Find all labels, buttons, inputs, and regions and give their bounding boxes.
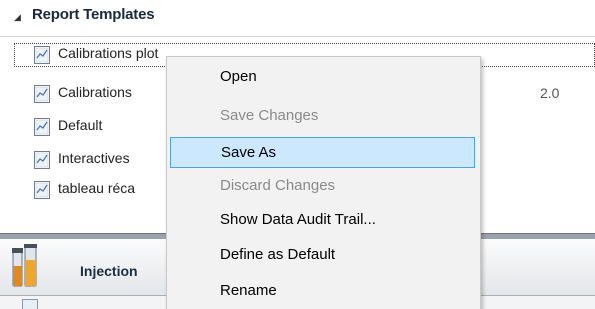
template-name: Interactives <box>58 150 130 166</box>
template-name: Calibrations <box>58 84 132 100</box>
report-file-icon <box>34 118 50 136</box>
report-file-icon <box>34 151 50 169</box>
tree-group-header[interactable]: ◢ Report Templates <box>0 0 595 37</box>
list-item-icon <box>22 299 38 309</box>
report-templates-window: ◢ Report Templates Calibrations plot Cal… <box>0 0 595 309</box>
template-name: Calibrations plot <box>58 45 159 61</box>
template-name: Default <box>58 117 103 133</box>
menu-item-rename[interactable]: Rename <box>170 276 475 307</box>
menu-item-show-audit-trail[interactable]: Show Data Audit Trail... <box>170 205 475 236</box>
template-name: tableau réca <box>58 180 136 196</box>
menu-item-discard-changes[interactable]: Discard Changes <box>170 171 475 202</box>
menu-item-save-changes[interactable]: Save Changes <box>170 101 475 132</box>
menu-item-open[interactable]: Open <box>170 62 475 93</box>
report-file-icon <box>34 46 50 64</box>
report-file-icon <box>34 85 50 103</box>
section-title: Injection <box>80 263 138 279</box>
menu-item-define-default[interactable]: Define as Default <box>170 240 475 271</box>
injection-vials-icon <box>12 244 37 287</box>
menu-item-save-as[interactable]: Save As <box>170 137 475 168</box>
tree-group-title: Report Templates <box>32 6 155 23</box>
collapse-caret-icon[interactable]: ◢ <box>14 11 26 23</box>
template-version: 2.0 <box>540 85 560 101</box>
report-file-icon <box>34 181 50 199</box>
context-menu: Open Save Changes Save As Discard Change… <box>166 56 481 309</box>
